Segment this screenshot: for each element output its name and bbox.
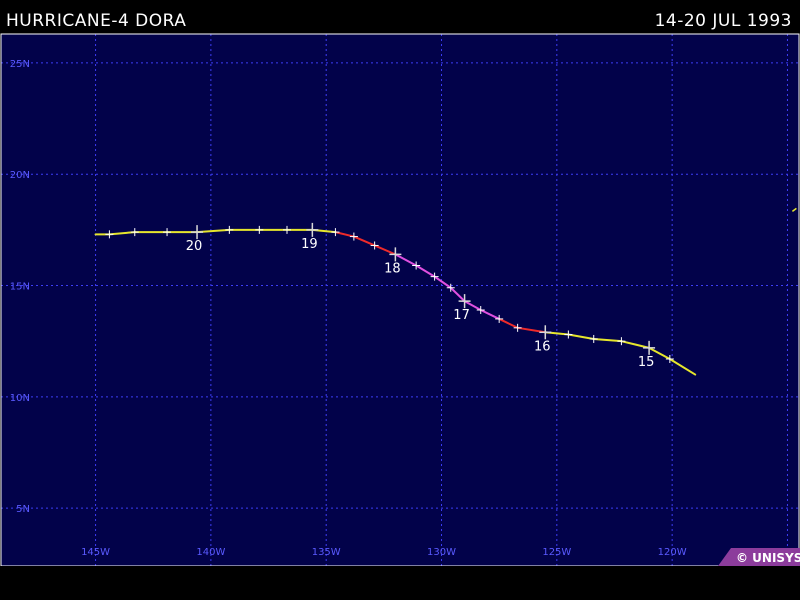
- longitude-label: 145W: [81, 547, 110, 558]
- latitude-label: 5N: [16, 504, 30, 515]
- ocean-background: [1, 34, 799, 566]
- day-label: 20: [186, 239, 203, 254]
- longitude-label: 135W: [312, 547, 341, 558]
- day-label: 18: [384, 261, 401, 276]
- latitude-label: 10N: [10, 393, 30, 404]
- latitude-label: 15N: [10, 282, 30, 293]
- longitude-label: 130W: [427, 547, 456, 558]
- day-label: 15: [638, 355, 655, 370]
- latitude-label: 25N: [10, 59, 30, 70]
- unisys-logo: © UNISYS: [718, 548, 800, 566]
- day-label: 19: [301, 237, 318, 252]
- day-label: 16: [534, 339, 551, 354]
- day-label: 17: [453, 308, 470, 323]
- latitude-label: 20N: [10, 170, 30, 181]
- copyright-text: © UNISYS: [736, 551, 800, 565]
- longitude-label: 125W: [542, 547, 571, 558]
- longitude-label: 120W: [658, 547, 687, 558]
- track-map: 25N 20N 15N 10N 5N 145W 140W 135W 130W 125W 120W 1…: [0, 33, 800, 567]
- longitude-label: 140W: [196, 547, 225, 558]
- bottom-bar: [0, 566, 800, 600]
